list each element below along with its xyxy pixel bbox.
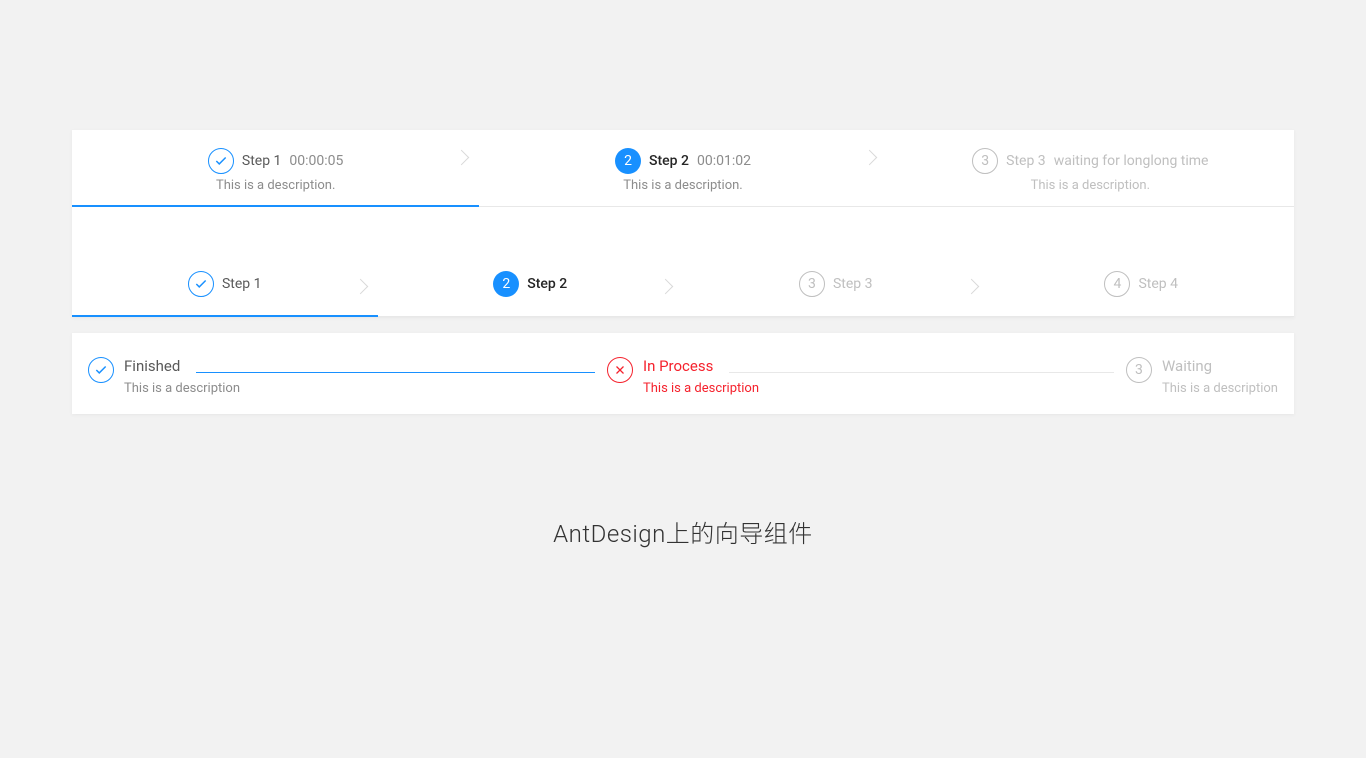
step-subtitle: 00:00:05 [289, 153, 343, 169]
default-step-1[interactable]: Finished This is a description [88, 357, 607, 396]
step-desc: This is a description [124, 381, 607, 396]
step-title: Step 3 [1006, 153, 1046, 169]
step-title: Step 1 [222, 276, 262, 292]
step-desc: This is a description [643, 381, 1126, 396]
nav-step-head: 3 Step 3 [695, 271, 977, 297]
default-step-2[interactable]: In Process This is a description [607, 357, 1126, 396]
step-desc: This is a description. [84, 178, 467, 205]
nav-step-head: 2 Step 2 [390, 271, 672, 297]
default-steps: Finished This is a description In Proces… [72, 333, 1294, 414]
step-content: Waiting This is a description [1162, 357, 1278, 396]
nav-step-b-4[interactable]: 4 Step 4 [989, 259, 1295, 317]
default-step-3[interactable]: 3 Waiting This is a description [1126, 357, 1278, 396]
nav-step-a-1[interactable]: Step 1 00:00:05 This is a description. [72, 130, 479, 207]
step-title: In Process [643, 357, 713, 375]
nav-step-head: Step 1 [84, 271, 366, 297]
nav-step-a-3[interactable]: 3 Step 3 waiting for longlong time This … [887, 130, 1294, 207]
nav-step-b-3[interactable]: 3 Step 3 [683, 259, 989, 317]
check-icon [208, 148, 234, 174]
check-icon [88, 357, 114, 383]
step-number-icon: 2 [615, 148, 641, 174]
steps-card-2: Finished This is a description In Proces… [72, 333, 1294, 414]
nav-step-head: 4 Step 4 [1001, 271, 1283, 297]
step-number-icon: 4 [1104, 271, 1130, 297]
step-content: In Process This is a description [643, 357, 1126, 396]
step-desc: This is a description. [899, 178, 1282, 205]
step-title: Step 3 [833, 276, 873, 292]
step-number: 3 [808, 276, 816, 292]
nav-step-b-1[interactable]: Step 1 [72, 259, 378, 317]
step-title: Step 2 [649, 153, 689, 169]
step-content: Finished This is a description [124, 357, 607, 396]
step-number: 3 [1135, 362, 1143, 378]
step-number-icon: 3 [1126, 357, 1152, 383]
step-connector [196, 372, 595, 373]
step-title: Finished [124, 357, 180, 375]
nav-step-head: Step 1 00:00:05 [84, 148, 467, 174]
step-number-icon: 2 [493, 271, 519, 297]
step-number: 2 [624, 153, 632, 169]
nav-step-head: 2 Step 2 00:01:02 [491, 148, 874, 174]
step-number: 2 [502, 276, 510, 292]
step-number-icon: 3 [972, 148, 998, 174]
nav-steps-a: Step 1 00:00:05 This is a description. 2… [72, 130, 1294, 207]
step-title: Step 4 [1138, 276, 1178, 292]
step-number: 3 [981, 153, 989, 169]
close-icon [607, 357, 633, 383]
nav-step-head: 3 Step 3 waiting for longlong time [899, 148, 1282, 174]
nav-step-b-2[interactable]: 2 Step 2 [378, 259, 684, 317]
step-connector [729, 372, 1114, 373]
figure-caption: AntDesign上的向导组件 [0, 514, 1366, 549]
step-desc: This is a description. [491, 178, 874, 205]
step-number: 4 [1114, 276, 1122, 292]
step-title: Waiting [1162, 357, 1278, 375]
step-title: Step 1 [242, 153, 282, 169]
steps-card-1: Step 1 00:00:05 This is a description. 2… [72, 130, 1294, 317]
step-subtitle: waiting for longlong time [1054, 153, 1209, 169]
step-title: Step 2 [527, 276, 567, 292]
nav-step-a-2[interactable]: 2 Step 2 00:01:02 This is a description. [479, 130, 886, 207]
step-desc: This is a description [1162, 381, 1278, 396]
check-icon [188, 271, 214, 297]
step-number-icon: 3 [799, 271, 825, 297]
nav-steps-b: Step 1 2 Step 2 3 Step 3 [72, 207, 1294, 317]
step-subtitle: 00:01:02 [697, 153, 751, 169]
